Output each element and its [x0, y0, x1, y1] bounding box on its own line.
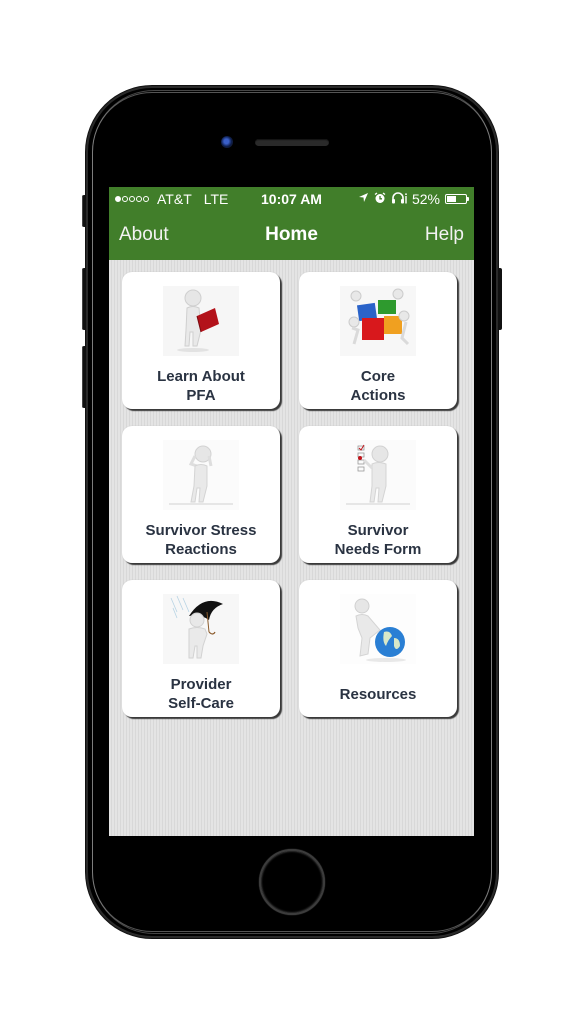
person-checklist-icon	[340, 440, 416, 510]
tile-label: Resources	[339, 686, 417, 703]
tile-survivor-needs-form[interactable]: Survivor Needs Form	[299, 426, 457, 563]
home-button[interactable]	[259, 849, 325, 915]
front-camera-icon	[221, 136, 233, 148]
tile-core-actions[interactable]: Core Actions	[299, 272, 457, 409]
status-bar: AT&T LTE 10:07 AM 52%	[109, 187, 474, 212]
stressed-person-icon	[163, 440, 239, 510]
headphones-icon	[391, 191, 407, 207]
home-menu-grid: Learn About PFA Core Actions Survivor St…	[122, 272, 459, 717]
tile-learn-about-pfa[interactable]: Learn About PFA	[122, 272, 280, 409]
tile-label: Survivor Needs Form	[334, 522, 422, 558]
app-screen: AT&T LTE 10:07 AM 52% About Home Help Le…	[109, 187, 474, 836]
tile-label: Provider Self-Care	[168, 676, 234, 712]
battery-percent: 52%	[411, 191, 440, 207]
person-umbrella-icon	[163, 594, 239, 664]
help-button[interactable]: Help	[425, 224, 464, 246]
person-reading-book-icon	[163, 286, 239, 356]
earpiece-speaker	[255, 139, 329, 146]
alarm-icon	[374, 191, 386, 207]
tile-survivor-stress-reactions[interactable]: Survivor Stress Reactions	[122, 426, 280, 563]
people-assembling-cubes-icon	[340, 286, 416, 356]
app-header: AT&T LTE 10:07 AM 52% About Home Help	[109, 187, 474, 260]
battery-icon	[445, 194, 469, 204]
tile-provider-self-care[interactable]: Provider Self-Care	[122, 580, 280, 717]
tile-label: Core Actions	[350, 368, 406, 404]
page-title: Home	[265, 224, 318, 245]
tile-resources[interactable]: Resources	[299, 580, 457, 717]
navigation-bar: About Home Help	[109, 220, 474, 252]
tile-label: Survivor Stress Reactions	[145, 522, 257, 558]
location-arrow-icon	[358, 192, 369, 206]
tile-label: Learn About PFA	[157, 368, 245, 404]
person-globe-icon	[340, 594, 416, 664]
